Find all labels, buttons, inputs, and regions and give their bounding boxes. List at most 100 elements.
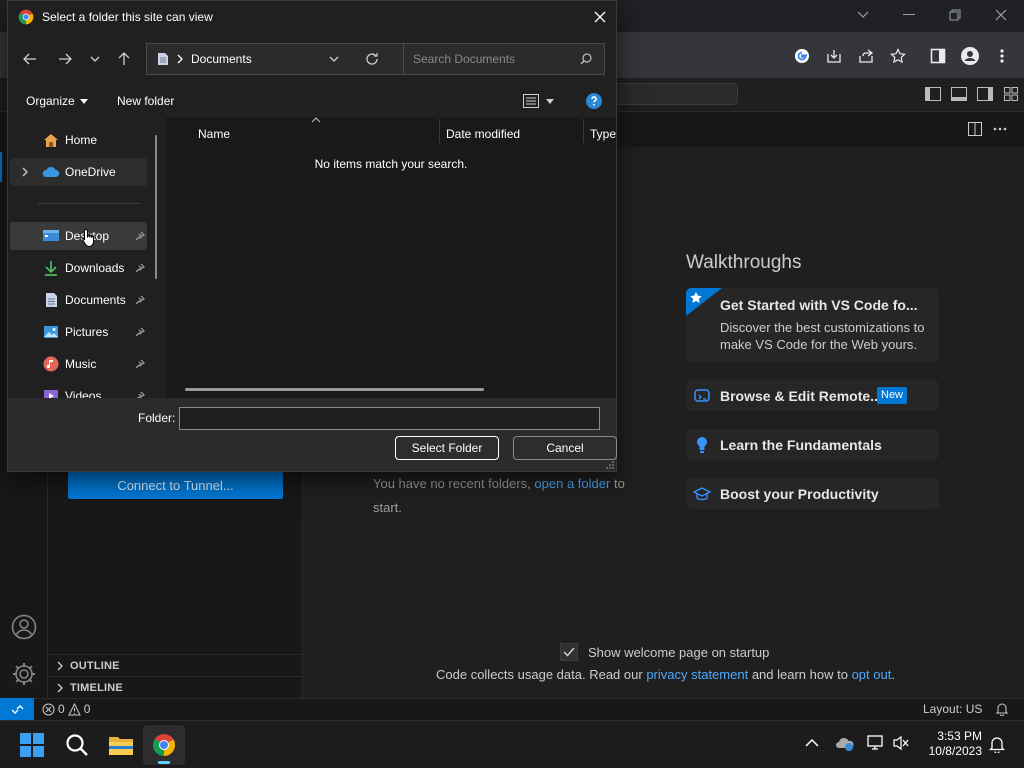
- clock-time: 3:53 PM: [937, 729, 982, 743]
- cancel-button[interactable]: Cancel: [513, 436, 617, 460]
- mortarboard-icon: [693, 486, 711, 502]
- side-panel-icon[interactable]: [926, 44, 950, 68]
- minimize-icon[interactable]: [886, 0, 932, 30]
- walkthrough-get-started[interactable]: Get Started with VS Code fo... Discover …: [686, 288, 939, 362]
- profile-icon[interactable]: [958, 44, 982, 68]
- privacy-statement-link[interactable]: privacy statement: [646, 667, 748, 682]
- toggle-primary-sidebar-icon[interactable]: [925, 87, 941, 101]
- network-icon[interactable]: [867, 735, 885, 751]
- nav-item-home[interactable]: Home: [10, 126, 147, 154]
- volume-muted-icon[interactable]: [892, 735, 910, 751]
- nav-item-onedrive[interactable]: OneDrive: [10, 158, 147, 186]
- show-hidden-icons-icon[interactable]: [805, 738, 819, 748]
- google-icon[interactable]: [790, 44, 814, 68]
- recent-locations-chevron-icon[interactable]: [81, 45, 109, 73]
- walkthrough-browse-remote[interactable]: Browse & Edit Remote... New: [686, 380, 939, 411]
- outline-section[interactable]: OUTLINE: [48, 654, 303, 676]
- opt-out-link[interactable]: opt out: [852, 667, 892, 682]
- windows-start-icon[interactable]: [20, 733, 44, 757]
- close-icon[interactable]: [586, 3, 614, 31]
- walkthrough-learn-fundamentals[interactable]: Learn the Fundamentals: [686, 429, 939, 460]
- organize-label: Organize: [26, 94, 75, 108]
- customize-layout-icon[interactable]: [1004, 87, 1018, 101]
- nav-item-label: Pictures: [65, 325, 109, 339]
- chevron-down-icon[interactable]: [840, 0, 886, 30]
- show-welcome-checkbox[interactable]: [560, 643, 578, 661]
- new-badge: New: [877, 387, 908, 404]
- bookmark-star-icon[interactable]: [886, 44, 910, 68]
- new-folder-button[interactable]: New folder: [117, 94, 174, 108]
- column-divider[interactable]: [583, 119, 584, 143]
- close-window-icon[interactable]: [978, 0, 1024, 30]
- chrome-icon: [18, 9, 34, 25]
- more-menu-icon[interactable]: [990, 44, 1014, 68]
- refresh-icon[interactable]: [365, 52, 379, 66]
- nav-item-videos[interactable]: Videos: [10, 382, 147, 398]
- pin-icon: [135, 327, 145, 337]
- share-icon[interactable]: [854, 44, 878, 68]
- chrome-taskbar-button[interactable]: [143, 725, 185, 765]
- onedrive-tray-icon[interactable]: [835, 736, 855, 752]
- split-editor-icon[interactable]: [968, 122, 982, 136]
- timeline-section[interactable]: TIMELINE: [48, 676, 303, 698]
- search-documents-input[interactable]: Search Documents: [403, 43, 605, 75]
- walkthrough-title: Boost your Productivity: [720, 486, 879, 502]
- nav-item-downloads[interactable]: Downloads: [10, 254, 147, 282]
- problems-indicator[interactable]: 0 0: [42, 702, 90, 716]
- connect-tunnel-button[interactable]: Connect to Tunnel...: [68, 472, 283, 499]
- view-options-button[interactable]: [523, 94, 554, 108]
- star-icon: [686, 288, 722, 316]
- nav-pane-scrollbar[interactable]: [155, 135, 157, 279]
- up-arrow-icon[interactable]: [110, 45, 138, 73]
- usage-prefix: Code collects usage data. Read our: [436, 667, 643, 682]
- keyboard-layout[interactable]: Layout: US: [923, 702, 982, 716]
- horizontal-scrollbar[interactable]: [185, 388, 484, 391]
- music-icon: [42, 355, 60, 373]
- clock[interactable]: 3:53 PM 10/8/2023: [920, 729, 982, 759]
- more-actions-icon[interactable]: [993, 127, 1007, 131]
- column-header-name[interactable]: Name: [198, 121, 438, 147]
- toggle-panel-icon[interactable]: [951, 87, 967, 101]
- pin-icon: [135, 231, 145, 241]
- column-divider[interactable]: [439, 119, 440, 143]
- videos-icon: [42, 387, 60, 398]
- column-header-date-modified[interactable]: Date modified: [446, 121, 582, 147]
- column-header-type[interactable]: Type: [590, 121, 616, 147]
- forward-arrow-icon[interactable]: [51, 45, 79, 73]
- nav-item-desktop[interactable]: Desktop: [10, 222, 147, 250]
- help-icon[interactable]: [586, 93, 602, 109]
- file-explorer-icon[interactable]: [108, 734, 134, 756]
- pin-icon: [135, 263, 145, 273]
- taskbar-search-icon[interactable]: [65, 733, 89, 757]
- notifications-bell-icon[interactable]: [989, 736, 1005, 753]
- walkthrough-boost-productivity[interactable]: Boost your Productivity: [686, 478, 939, 509]
- select-folder-button[interactable]: Select Folder: [395, 436, 499, 460]
- bell-icon[interactable]: [995, 702, 1009, 716]
- back-arrow-icon[interactable]: [16, 45, 44, 73]
- nav-item-documents[interactable]: Documents: [10, 286, 147, 314]
- toggle-secondary-sidebar-icon[interactable]: [977, 87, 993, 101]
- open-folder-link[interactable]: open a folder: [534, 476, 610, 491]
- remote-indicator-icon[interactable]: [0, 698, 34, 720]
- folder-name-input[interactable]: [179, 407, 600, 430]
- settings-gear-icon[interactable]: [11, 661, 37, 687]
- install-app-icon[interactable]: [822, 44, 846, 68]
- address-dropdown-icon[interactable]: [329, 56, 339, 62]
- resize-grip-icon[interactable]: [606, 461, 614, 469]
- expand-chevron-icon[interactable]: [22, 167, 28, 177]
- nav-item-music[interactable]: Music: [10, 350, 147, 378]
- search-icon: [580, 53, 592, 65]
- file-list-pane: Name Date modified Type No items match y…: [166, 117, 616, 398]
- address-bar[interactable]: Documents: [146, 43, 404, 75]
- lightbulb-icon: [696, 436, 708, 454]
- accounts-icon[interactable]: [11, 614, 37, 640]
- nav-item-label: Downloads: [65, 261, 125, 275]
- active-indicator: [0, 152, 2, 182]
- nav-item-pictures[interactable]: Pictures: [10, 318, 147, 346]
- organize-button[interactable]: Organize: [26, 94, 88, 108]
- restore-icon[interactable]: [932, 0, 978, 30]
- download-icon: [42, 259, 60, 277]
- warning-icon: [67, 702, 81, 715]
- address-breadcrumb[interactable]: Documents: [191, 52, 252, 66]
- dialog-title: Select a folder this site can view: [42, 9, 213, 24]
